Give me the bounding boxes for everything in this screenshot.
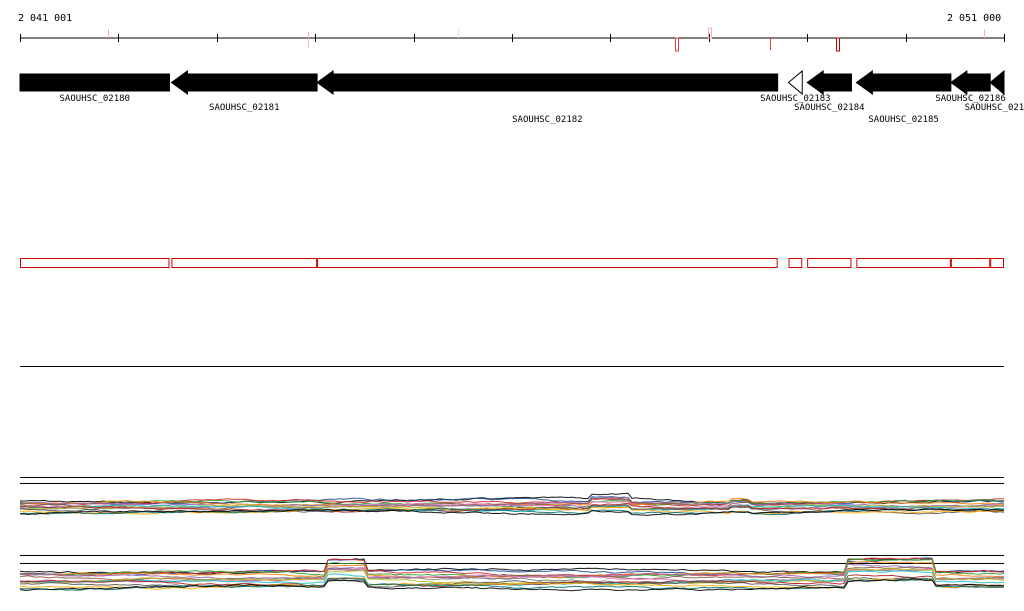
gene-annotation-track [20,258,1004,268]
coverage-track-a [19,492,1005,516]
gene-annotation-box [171,258,318,268]
gene-arrow[interactable] [950,70,991,95]
ruler-feature-mark [836,37,840,52]
gene-arrow[interactable] [855,70,952,95]
gene-arrow[interactable] [316,70,779,95]
gene-label: SAOUHSC_02185 [868,115,938,125]
gene-label: SAOUHSC_02182 [512,115,582,125]
gene-arrow[interactable] [19,73,170,92]
gene-annotation-box [788,258,803,268]
gene-annotation-box [950,258,991,268]
gene-label: SAOUHSC_02184 [794,103,864,113]
gene-label: SAOUHSC_0218 [965,103,1024,113]
coverage-tracks [19,492,1005,592]
gene-annotation-box [317,258,778,268]
gene-arrow[interactable] [806,70,852,95]
gene-annotation-box [807,258,852,268]
gene-arrow[interactable] [989,69,1005,96]
gene-label: SAOUHSC_02181 [209,103,279,113]
track-dividers [20,366,1004,564]
gene-annotation-box [20,258,170,268]
gene-arrow[interactable] [170,70,318,95]
coordinate-ruler [20,27,1005,52]
gene-annotation-box [856,258,951,268]
ruler-feature-mark [675,37,679,52]
genome-browser-canvas[interactable]: SAOUHSC_02180 SAOUHSC_02181 SAOUHSC_02182 S… [0,0,1024,611]
coverage-track-b [19,557,1005,592]
gene-annotation-box [990,258,1004,268]
gene-label: SAOUHSC_02180 [60,94,130,104]
gene-arrow[interactable] [787,69,803,96]
gene-track: SAOUHSC_02180 SAOUHSC_02181 SAOUHSC_02182 S… [19,69,1024,125]
